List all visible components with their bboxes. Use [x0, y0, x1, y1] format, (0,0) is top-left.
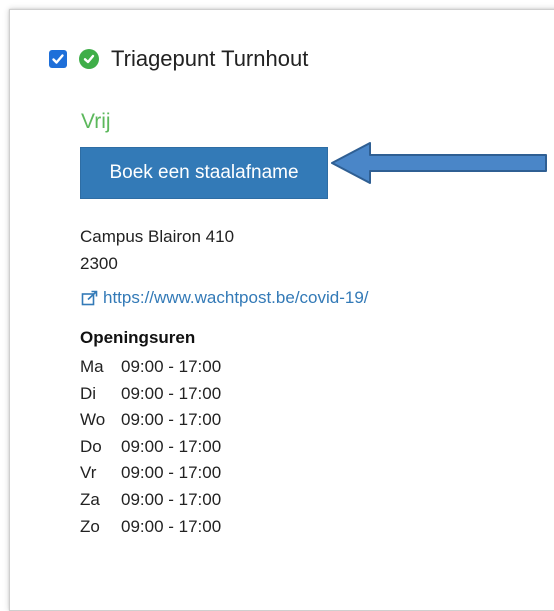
hours-row: Di 09:00 - 17:00: [80, 381, 221, 408]
day-hours: 09:00 - 17:00: [121, 516, 222, 536]
day-hours: 09:00 - 17:00: [121, 436, 222, 456]
website-link[interactable]: https://www.wachtpost.be/covid-19/: [81, 288, 369, 308]
day-hours: 09:00 - 17:00: [121, 410, 222, 430]
hours-row: Za 09:00 - 17:00: [80, 487, 221, 514]
hours-row: Do 09:00 - 17:00: [80, 434, 221, 461]
day-label: Vr: [80, 463, 97, 483]
day-label: Di: [80, 383, 97, 403]
opening-hours-list: Ma 09:00 - 17:00 Di 09:00 - 17:00 Wo 09:00 …: [80, 354, 221, 540]
address-street: Campus Blairon 410: [80, 227, 235, 246]
book-sample-button[interactable]: Boek een staalafname: [80, 147, 328, 199]
day-hours: 09:00 - 17:00: [121, 357, 222, 376]
hours-row: Wo 09:00 - 17:00: [80, 407, 221, 434]
external-link-icon: [81, 290, 98, 306]
location-header: Triagepunt Turnhout: [49, 46, 308, 72]
left-arrow-annotation: [331, 142, 547, 184]
day-hours: 09:00 - 17:00: [121, 383, 222, 403]
check-circle-icon: [79, 49, 99, 69]
day-hours: 09:00 - 17:00: [121, 463, 222, 483]
day-label: Ma: [80, 357, 104, 376]
location-name: Triagepunt Turnhout: [111, 46, 309, 71]
address: Campus Blairon 410 2300: [80, 223, 234, 277]
hours-row: Zo 09:00 - 17:00: [80, 514, 221, 541]
day-label: Za: [80, 489, 100, 509]
availability-status: Vrij: [81, 110, 111, 133]
hours-row: Ma 09:00 - 17:00: [80, 354, 221, 381]
day-label: Zo: [80, 516, 100, 536]
checkmark-icon: [52, 54, 64, 64]
opening-hours-title: Openingsuren: [80, 328, 196, 347]
day-hours: 09:00 - 17:00: [121, 489, 222, 509]
location-checkbox[interactable]: [49, 50, 67, 68]
day-label: Do: [80, 436, 102, 456]
address-postcode: 2300: [80, 254, 118, 273]
hours-row: Vr 09:00 - 17:00: [80, 460, 221, 487]
website-url: https://www.wachtpost.be/covid-19/: [103, 288, 369, 307]
day-label: Wo: [80, 410, 106, 430]
